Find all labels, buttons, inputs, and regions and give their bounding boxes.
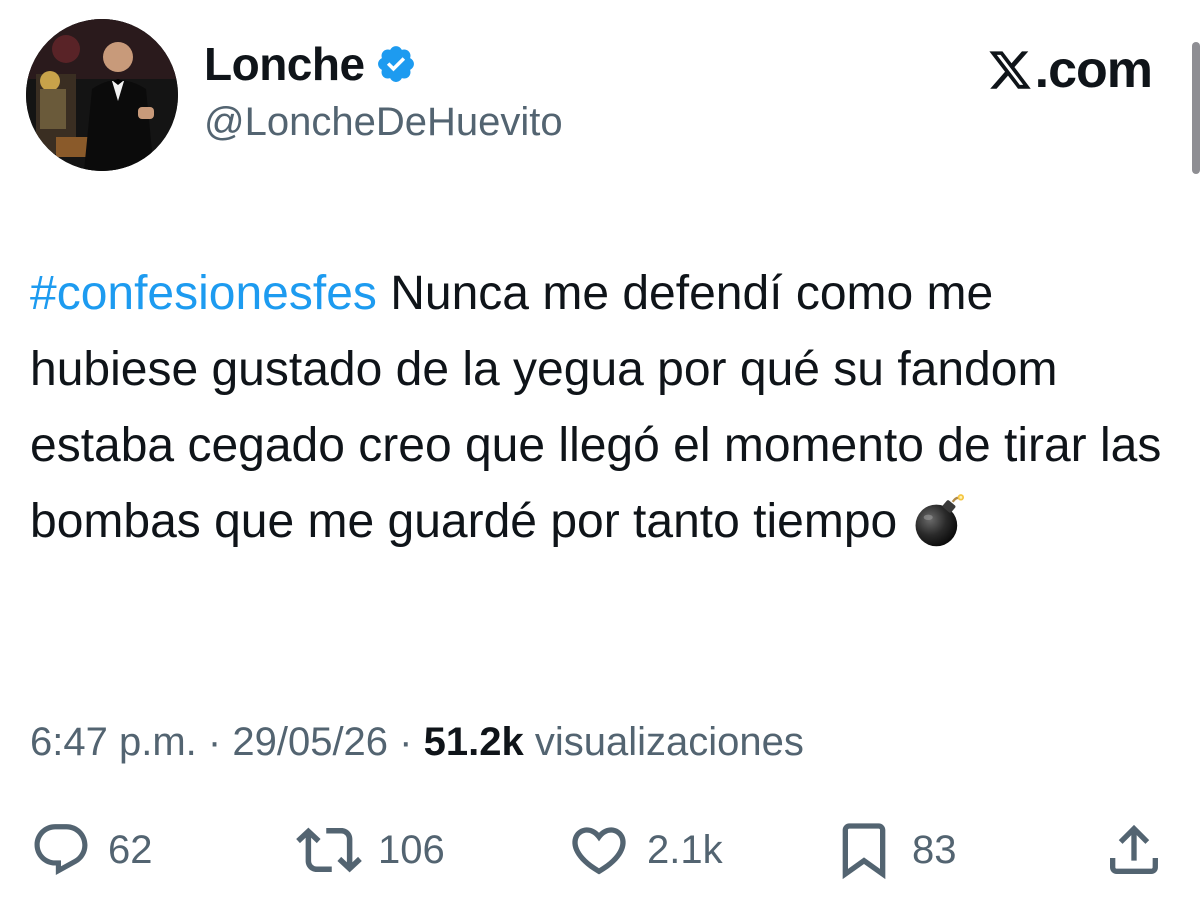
- repost-button[interactable]: 106: [296, 812, 445, 888]
- reply-icon: [34, 824, 88, 876]
- share-button[interactable]: [1102, 812, 1166, 888]
- handle[interactable]: @LoncheDeHuevito: [204, 96, 563, 148]
- like-count: 2.1k: [647, 828, 723, 872]
- display-name-row: Lonche: [204, 36, 563, 92]
- tweet-metadata: 6:47 p.m. · 29/05/26 · 51.2k visualizaci…: [30, 714, 804, 770]
- avatar-image: [26, 19, 178, 171]
- scrollbar[interactable]: [1192, 42, 1200, 174]
- brand-watermark: .com: [987, 40, 1153, 100]
- bookmark-icon: [842, 823, 886, 880]
- meta-separator: ·: [207, 720, 222, 764]
- reply-count: 62: [108, 828, 153, 872]
- verified-badge-icon[interactable]: [375, 43, 417, 85]
- hashtag-link[interactable]: #confesionesfes: [30, 267, 377, 320]
- bomb-icon: [915, 494, 964, 547]
- x-logo-icon: [989, 51, 1031, 89]
- meta-separator: ·: [399, 720, 413, 764]
- share-icon: [1110, 824, 1158, 874]
- reply-button[interactable]: 62: [30, 812, 153, 888]
- bookmark-count: 83: [912, 828, 957, 872]
- heart-icon: [572, 827, 626, 875]
- display-name[interactable]: Lonche: [204, 36, 365, 92]
- tweet-date[interactable]: 29/05/26: [232, 720, 388, 764]
- bookmark-button[interactable]: 83: [832, 812, 957, 888]
- avatar[interactable]: [26, 19, 178, 171]
- author-info: Lonche @LoncheDeHuevito: [204, 36, 563, 148]
- repost-count: 106: [378, 828, 445, 872]
- views-label[interactable]: visualizaciones: [535, 720, 804, 764]
- views-count[interactable]: 51.2k: [424, 720, 524, 764]
- repost-icon: [296, 827, 362, 873]
- like-button[interactable]: 2.1k: [567, 812, 723, 888]
- brand-text: .com: [1034, 41, 1153, 99]
- tweet-time[interactable]: 6:47 p.m.: [30, 720, 197, 764]
- tweet-text: #confesionesfes Nunca me defendí como me…: [30, 256, 1170, 560]
